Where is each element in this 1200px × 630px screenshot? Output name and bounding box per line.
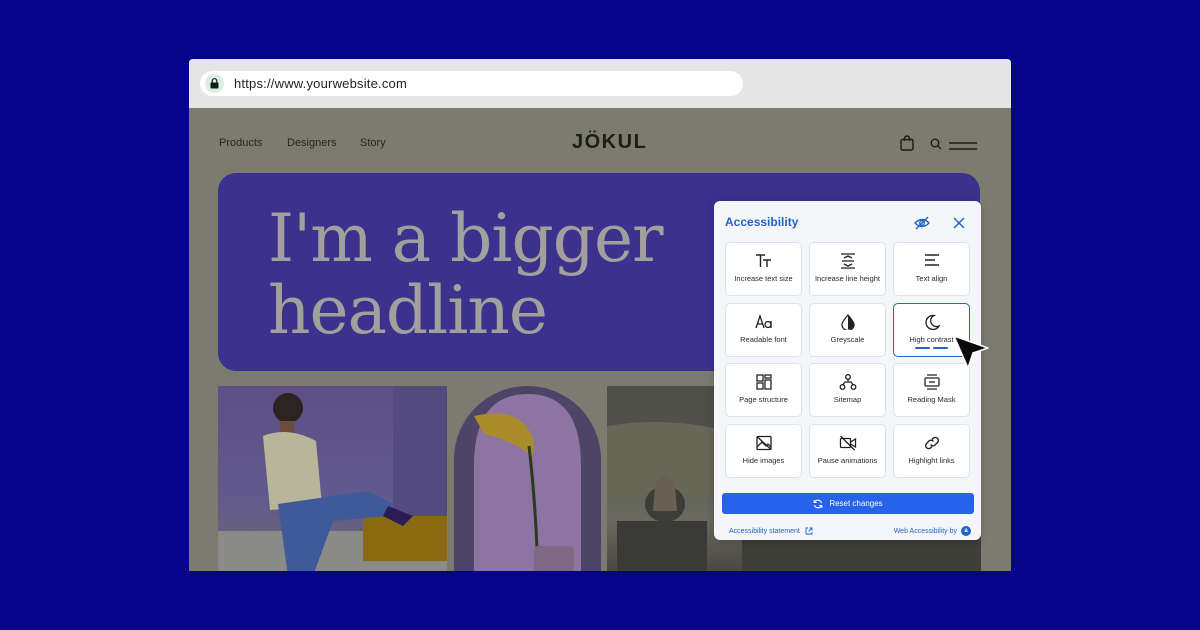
brand-logo-icon: a (961, 526, 971, 536)
statement-text: Accessibility statement (729, 527, 800, 535)
tile-label: Highlight links (908, 456, 955, 465)
powered-by-text: Web Accessibility by (893, 527, 957, 535)
readable-font-icon (754, 314, 772, 329)
tile-reading-mask[interactable]: Reading Mask (893, 363, 970, 417)
headline-line: headline (268, 272, 548, 349)
accessibility-panel: Accessibility Increase text size Increas… (714, 201, 981, 540)
reset-label: Reset changes (829, 499, 883, 508)
tile-label: Increase line height (814, 274, 881, 283)
panel-title: Accessibility (725, 215, 799, 229)
tile-label: Increase text size (734, 274, 793, 283)
greyscale-icon (840, 314, 855, 330)
tile-increase-text-size[interactable]: Increase text size (725, 242, 802, 296)
external-link-icon (805, 527, 813, 535)
active-level-indicator (915, 347, 948, 349)
tile-label: High contrast (909, 335, 954, 344)
tile-label: Text align (915, 274, 948, 283)
mouse-cursor-icon (953, 335, 989, 369)
tile-hide-images[interactable]: Hide images (725, 424, 802, 478)
text-align-icon (924, 254, 939, 266)
hide-images-icon (755, 435, 772, 451)
tile-sitemap[interactable]: Sitemap (809, 363, 886, 417)
tile-increase-line-height[interactable]: Increase line height (809, 242, 886, 296)
headline-line: I'm a bigger (268, 200, 664, 277)
close-icon[interactable] (950, 214, 968, 232)
line-height-icon (840, 253, 855, 269)
tile-pause-animations[interactable]: Pause animations (809, 424, 886, 478)
powered-by[interactable]: Web Accessibility by a (894, 526, 971, 536)
moon-icon (924, 314, 941, 330)
hide-panel-icon[interactable] (913, 214, 931, 232)
site-logo[interactable]: JÖKUL (572, 131, 647, 154)
menu-icon[interactable] (949, 138, 977, 156)
sitemap-icon (839, 374, 856, 390)
tile-page-structure[interactable]: Page structure (725, 363, 802, 417)
hero-headline: I'm a bigger headline (268, 200, 664, 349)
flower-photo (454, 386, 601, 571)
pause-animations-icon (839, 435, 856, 451)
text-size-icon (755, 254, 771, 267)
tile-readable-font[interactable]: Readable font (725, 303, 802, 357)
tile-label: Pause animations (817, 456, 878, 465)
accessibility-statement-link[interactable]: Accessibility statement (729, 527, 813, 535)
tile-label: Sitemap (833, 395, 862, 404)
tile-greyscale[interactable]: Greyscale (809, 303, 886, 357)
tile-highlight-links[interactable]: Highlight links (893, 424, 970, 478)
address-bar[interactable]: https://www.yourwebsite.com (200, 71, 743, 96)
search-icon[interactable] (930, 137, 942, 155)
tile-label: Greyscale (830, 335, 865, 344)
nav-designers[interactable]: Designers (287, 137, 337, 149)
shopping-bag-icon[interactable] (900, 135, 914, 156)
nav-story[interactable]: Story (360, 137, 386, 149)
lock-icon (205, 74, 224, 93)
tile-label: Readable font (740, 335, 787, 344)
link-icon (924, 436, 939, 450)
nav-products[interactable]: Products (219, 137, 262, 149)
refresh-icon (813, 499, 823, 508)
model-photo (218, 386, 447, 571)
browser-toolbar: https://www.yourwebsite.com (189, 59, 1011, 108)
tile-label: Reading Mask (907, 395, 956, 404)
tile-label: Hide images (742, 456, 785, 465)
reading-mask-icon (923, 374, 940, 390)
reset-changes-button[interactable]: Reset changes (722, 493, 974, 514)
page-structure-icon (755, 374, 772, 390)
url-text: https://www.yourwebsite.com (234, 76, 408, 91)
tile-text-align[interactable]: Text align (893, 242, 970, 296)
tile-label: Page structure (739, 395, 788, 404)
